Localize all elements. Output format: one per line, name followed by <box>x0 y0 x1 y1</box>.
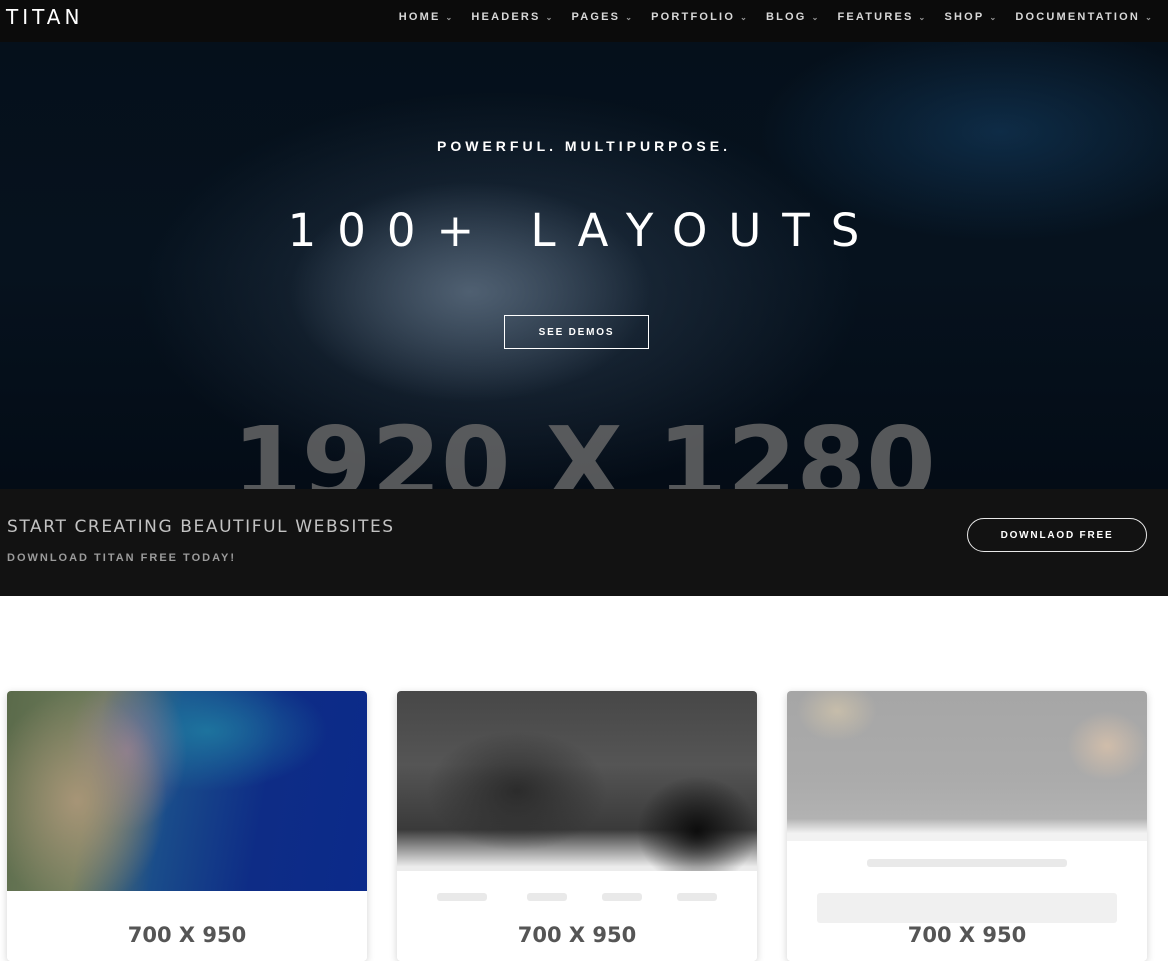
hero-placeholder-dimensions: 1920 X 1280 <box>232 405 936 490</box>
chevron-down-icon: ⌄ <box>625 12 635 22</box>
demo-card[interactable]: 700 X 950 <box>397 691 757 961</box>
preview-block <box>817 893 1117 923</box>
chevron-down-icon: ⌄ <box>989 12 999 22</box>
demo-card[interactable]: 700 X 950 <box>7 691 367 961</box>
nav-item-label: PAGES <box>571 11 621 23</box>
nav-item-label: BLOG <box>765 11 807 23</box>
preview-line <box>527 893 567 901</box>
cta-subtitle: DOWNLOAD TITAN FREE TODAY! <box>7 552 237 564</box>
hero-subtitle: POWERFUL. MULTIPURPOSE. <box>437 138 731 154</box>
preview-line <box>867 859 1067 867</box>
chevron-down-icon: ⌄ <box>918 12 928 22</box>
nav-item-label: SHOP <box>944 11 985 23</box>
cta-band: START CREATING BEAUTIFUL WEBSITES DOWNLO… <box>0 489 1168 596</box>
card-placeholder-dimensions: 700 X 950 <box>517 923 637 947</box>
chevron-down-icon: ⌄ <box>740 12 749 22</box>
cta-title: START CREATING BEAUTIFUL WEBSITES <box>7 517 395 537</box>
preview-line <box>677 893 717 901</box>
nav-item-label: PORTFOLIO <box>651 11 736 23</box>
chevron-down-icon: ⌄ <box>1145 12 1154 22</box>
nav-item-features[interactable]: FEATURES ⌄ <box>837 11 927 23</box>
demo-card-preview <box>397 871 757 961</box>
main-nav: HOME ⌄ HEADERS ⌄ PAGES ⌄ PORTFOLIO ⌄ BLO… <box>399 0 1154 34</box>
chevron-down-icon: ⌄ <box>545 12 555 22</box>
download-free-button[interactable]: DOWNLAOD FREE <box>967 518 1147 552</box>
chevron-down-icon: ⌄ <box>445 12 455 22</box>
nav-item-label: HEADERS <box>471 11 541 23</box>
brand-logo[interactable]: TITAN <box>6 5 83 29</box>
navbar: TITAN HOME ⌄ HEADERS ⌄ PAGES ⌄ PORTFOLIO… <box>0 0 1168 42</box>
nav-item-shop[interactable]: SHOP ⌄ <box>944 11 998 23</box>
hero-title: 100+ LAYOUTS <box>287 204 881 257</box>
nav-item-home[interactable]: HOME ⌄ <box>399 11 455 23</box>
card-placeholder-dimensions: 700 X 950 <box>127 923 247 947</box>
see-demos-button[interactable]: SEE DEMOS <box>504 315 649 349</box>
demo-card-image <box>397 691 757 876</box>
chevron-down-icon: ⌄ <box>811 12 821 22</box>
nav-item-pages[interactable]: PAGES ⌄ <box>572 11 635 23</box>
preview-line <box>437 893 487 901</box>
demo-card-image <box>7 691 367 891</box>
nav-item-documentation[interactable]: DOCUMENTATION ⌄ <box>1015 11 1154 23</box>
nav-item-label: DOCUMENTATION <box>1015 11 1141 23</box>
nav-item-label: HOME <box>398 11 441 23</box>
nav-item-headers[interactable]: HEADERS ⌄ <box>471 11 554 23</box>
demo-card[interactable]: 700 X 950 <box>787 691 1147 961</box>
nav-item-label: FEATURES <box>837 11 914 23</box>
demo-card-image <box>787 691 1147 841</box>
hero-section: POWERFUL. MULTIPURPOSE. 100+ LAYOUTS SEE… <box>0 42 1168 489</box>
nav-item-portfolio[interactable]: PORTFOLIO ⌄ <box>651 11 749 23</box>
nav-item-blog[interactable]: BLOG ⌄ <box>766 11 820 23</box>
card-placeholder-dimensions: 700 X 950 <box>907 923 1027 947</box>
preview-line <box>602 893 642 901</box>
